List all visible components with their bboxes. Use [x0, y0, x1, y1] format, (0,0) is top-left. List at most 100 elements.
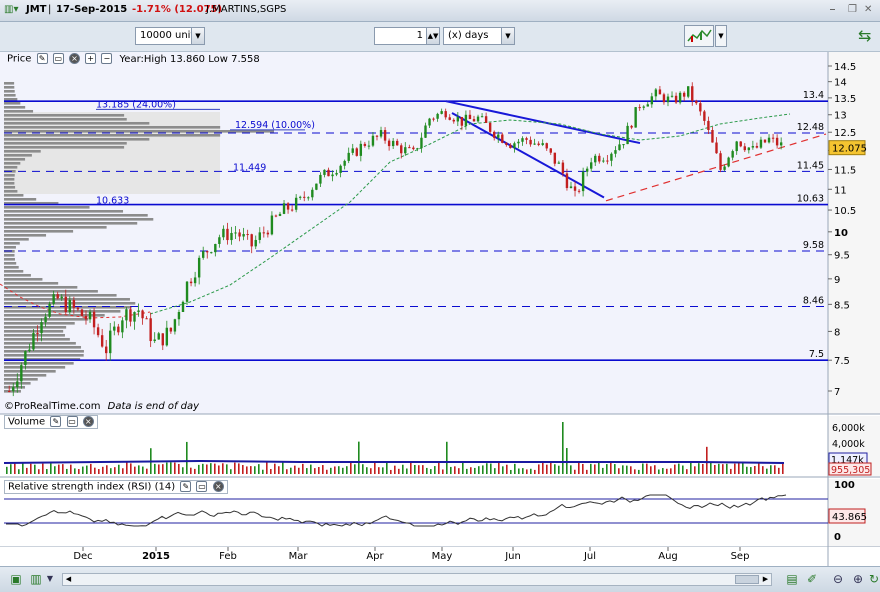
candle-body — [367, 145, 371, 147]
volume-bar — [478, 466, 480, 474]
volume-profile-bar — [4, 386, 26, 389]
sync-icon[interactable]: ⇆ — [858, 26, 876, 48]
close-panel-icon[interactable]: × — [82, 416, 94, 427]
volume-bar — [490, 463, 492, 474]
volume-bar — [266, 462, 268, 474]
wrench-icon[interactable]: ✎ — [50, 416, 62, 427]
candle-body — [529, 139, 532, 145]
volume-bar — [470, 467, 472, 474]
x-tick-label: 2015 — [142, 551, 170, 562]
candle-body — [695, 100, 698, 104]
candle-body — [646, 104, 649, 107]
candle-body — [20, 365, 23, 382]
watermark: ©ProRealTime.com Data is end of day — [4, 401, 199, 412]
restore-icon[interactable]: ❐ — [848, 4, 857, 15]
candle-body — [755, 146, 759, 148]
y-tick-label: 10 — [834, 228, 848, 239]
candle-body — [452, 119, 455, 122]
indicators-icon[interactable]: ▤ — [784, 571, 800, 587]
period-stepper[interactable]: 1 ▲▼ — [374, 27, 440, 45]
volume-bar — [42, 463, 44, 474]
candles-dropdown-icon[interactable]: ▼ — [42, 571, 58, 587]
stepper-arrows-icon[interactable]: ▲▼ — [426, 28, 439, 44]
scroll-right-icon[interactable]: ▶ — [760, 574, 771, 585]
reset-zoom-icon[interactable]: ↻ — [866, 571, 880, 587]
candle-body — [630, 125, 633, 128]
chart-list-icon[interactable]: ▣ — [8, 571, 24, 587]
volume-panel-label[interactable]: Volume ✎ ▭ × — [4, 415, 98, 429]
volume-bar — [774, 465, 776, 474]
candle-body — [666, 96, 670, 103]
chart-icon[interactable]: ▥▾ — [4, 4, 18, 15]
wrench-icon[interactable]: ✎ — [180, 481, 192, 492]
maximize-panel-icon[interactable]: ▭ — [196, 481, 208, 492]
candle-body — [771, 137, 775, 139]
candle-body — [32, 333, 35, 350]
candle-body — [505, 142, 508, 145]
candle-body — [379, 130, 383, 137]
y-tick-label: 7.5 — [834, 356, 850, 367]
candle-body — [145, 318, 148, 320]
maximize-panel-icon[interactable]: ▭ — [66, 416, 78, 427]
volume-profile-bar — [4, 142, 127, 145]
volume-last-label: 955,305 — [831, 465, 870, 476]
volume-bar — [66, 468, 68, 474]
chart-type-dropdown[interactable]: ▼ — [715, 25, 727, 47]
y-tick-label: 10.5 — [834, 206, 856, 217]
close-panel-icon[interactable]: × — [212, 481, 224, 492]
candle-body — [129, 309, 132, 322]
volume-bar — [462, 462, 464, 474]
volume-bar — [578, 462, 580, 474]
volume-bar — [514, 463, 516, 474]
volume-bar — [214, 463, 216, 474]
volume-bar — [674, 464, 676, 474]
candle-body — [699, 103, 702, 112]
candle-body — [387, 140, 391, 147]
candle-body — [88, 311, 92, 320]
candle-body — [416, 148, 419, 150]
volume-bar — [630, 466, 632, 474]
volume-profile-bar — [4, 226, 107, 229]
chevron-down-icon[interactable]: ▼ — [501, 28, 514, 44]
volume-profile-bar — [4, 258, 15, 261]
volume-bar — [534, 469, 536, 474]
candle-body — [28, 349, 31, 352]
instrument-label: J.MARTINS,SGPS — [206, 4, 287, 15]
candle-body — [488, 122, 492, 132]
zoom-in-icon[interactable]: + — [85, 53, 97, 64]
volume-bar — [138, 465, 140, 474]
candle-body — [270, 215, 274, 235]
chart-type-button[interactable] — [684, 25, 714, 47]
y-tick-label: 11 — [834, 185, 847, 196]
volume-bar — [718, 463, 720, 474]
minimize-icon[interactable]: ⎯ — [830, 4, 835, 15]
scroll-left-icon[interactable]: ◀ — [63, 574, 74, 585]
zoom-in-icon[interactable]: ⊕ — [850, 571, 866, 587]
scrollbar-thumb[interactable] — [735, 575, 759, 584]
volume-profile-bar — [4, 210, 124, 213]
close-icon[interactable]: ✕ — [864, 4, 872, 15]
rsi-panel-label[interactable]: Relative strength index (RSI) (14) ✎ ▭ × — [4, 480, 228, 494]
volume-profile-bar — [4, 154, 32, 157]
zoom-out-icon[interactable]: − — [101, 53, 113, 64]
maximize-panel-icon[interactable]: ▭ — [52, 53, 64, 64]
chart-area[interactable]: 13.4 12.48 11.45 10.63 9.58 8.46 7.5 13.185 (24… — [0, 52, 880, 566]
volume-bar — [306, 468, 308, 474]
wrench-icon[interactable]: ✎ — [36, 53, 48, 64]
volume-profile-bar — [4, 222, 138, 225]
chevron-down-icon[interactable]: ▼ — [191, 28, 204, 44]
volume-bar — [698, 463, 700, 474]
zoom-out-icon[interactable]: ⊖ — [830, 571, 846, 587]
horizontal-scrollbar[interactable]: ◀ ▶ — [62, 573, 772, 586]
price-panel-label[interactable]: Price ✎ ▭ × + − Year:High 13.860 Low 7.5… — [4, 53, 263, 67]
units-select[interactable]: 10000 units ▼ — [135, 27, 205, 45]
volume-bar — [186, 441, 188, 474]
drawing-tools-icon[interactable]: ✐ — [804, 571, 820, 587]
volume-bar — [522, 468, 524, 474]
close-panel-icon[interactable]: × — [68, 53, 80, 64]
candle-body — [250, 234, 253, 247]
candle-body — [775, 137, 779, 146]
candle-body — [654, 89, 658, 97]
volume-bar — [702, 463, 704, 474]
period-unit-select[interactable]: (x) days ▼ — [443, 27, 515, 45]
